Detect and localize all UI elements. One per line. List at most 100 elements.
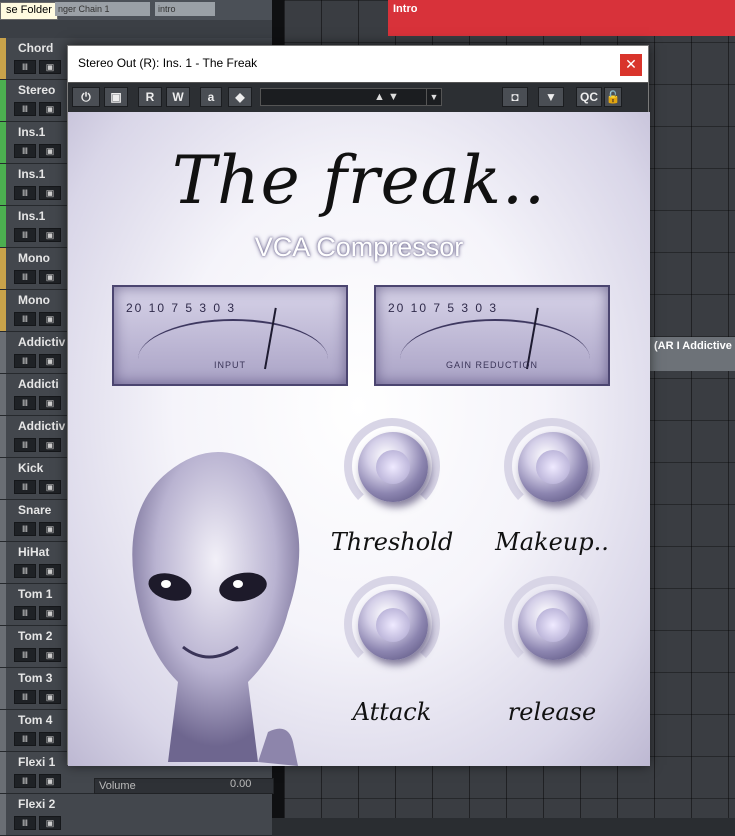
track-color-strip: [0, 710, 6, 751]
track-folder-icon[interactable]: ▣: [39, 480, 61, 494]
track-controls: Ⅲ ▣: [14, 312, 61, 326]
track-folder-icon[interactable]: ▣: [39, 564, 61, 578]
track-row[interactable]: Flexi 2 Ⅲ ▣: [0, 794, 272, 836]
meter-label: INPUT: [214, 360, 246, 370]
track-folder-icon[interactable]: ▣: [39, 60, 61, 74]
release-label: release: [507, 698, 597, 726]
track-lanes-icon[interactable]: Ⅲ: [14, 60, 36, 74]
release-knob[interactable]: [504, 576, 600, 672]
makeup-label: Makeup..: [495, 528, 609, 556]
meter-arc: [138, 319, 328, 399]
track-folder-icon[interactable]: ▣: [39, 102, 61, 116]
track-color-strip: [0, 500, 6, 541]
bypass-button[interactable]: ▣: [104, 87, 128, 107]
preset-dropdown-icon[interactable]: ▼: [426, 88, 442, 106]
track-lanes-icon[interactable]: Ⅲ: [14, 774, 36, 788]
track-folder-icon[interactable]: ▣: [39, 774, 61, 788]
read-automation-button[interactable]: R: [138, 87, 162, 107]
track-name: Ins.1: [18, 167, 46, 181]
track-name: Addicti: [18, 377, 59, 391]
track-lanes-icon[interactable]: Ⅲ: [14, 648, 36, 662]
track-folder-icon[interactable]: ▣: [39, 312, 61, 326]
track-controls: Ⅲ ▣: [14, 774, 61, 788]
makeup-knob-cap[interactable]: [518, 432, 588, 502]
track-name: Tom 3: [18, 671, 53, 685]
settings-dropdown-icon[interactable]: ▼: [538, 87, 564, 107]
makeup-knob[interactable]: [504, 418, 600, 514]
track-controls: Ⅲ ▣: [14, 732, 61, 746]
preset-nav-arrows[interactable]: ▲ ▼: [374, 88, 426, 106]
track-controls: Ⅲ ▣: [14, 480, 61, 494]
track-lanes-icon[interactable]: Ⅲ: [14, 186, 36, 200]
track-folder-icon[interactable]: ▣: [39, 648, 61, 662]
track-lanes-icon[interactable]: Ⅲ: [14, 270, 36, 284]
snapshot-icon[interactable]: ◘: [502, 87, 528, 107]
track-lanes-icon[interactable]: Ⅲ: [14, 732, 36, 746]
track-folder-icon[interactable]: ▣: [39, 732, 61, 746]
power-button[interactable]: ⏻: [72, 87, 100, 107]
volume-value: 0.00: [230, 778, 252, 790]
track-lanes-icon[interactable]: Ⅲ: [14, 606, 36, 620]
track-name: Flexi 2: [18, 797, 56, 811]
lock-icon[interactable]: 🔓: [604, 87, 622, 107]
track-lanes-icon[interactable]: Ⅲ: [14, 228, 36, 242]
preset-icon[interactable]: ◆: [228, 87, 252, 107]
track-color-strip: [0, 374, 6, 415]
arranger-event-intro[interactable]: [388, 0, 735, 36]
track-controls: Ⅲ ▣: [14, 102, 61, 116]
arranger-event-chip[interactable]: intro: [155, 2, 215, 16]
track-lanes-icon[interactable]: Ⅲ: [14, 144, 36, 158]
track-name: Mono: [18, 293, 50, 307]
attack-knob[interactable]: [344, 576, 440, 672]
track-folder-icon[interactable]: ▣: [39, 606, 61, 620]
track-lanes-icon[interactable]: Ⅲ: [14, 396, 36, 410]
track-color-strip: [0, 38, 6, 79]
track-folder-icon[interactable]: ▣: [39, 270, 61, 284]
window-titlebar[interactable]: Stereo Out (R): Ins. 1 - The Freak ✕: [68, 46, 648, 82]
plugin-window: Stereo Out (R): Ins. 1 - The Freak ✕ ⏻ ▣…: [67, 45, 650, 766]
track-folder-icon[interactable]: ▣: [39, 438, 61, 452]
plugin-face: The freak.. VCA Compressor 20 10 7 5 3 0…: [68, 112, 650, 766]
track-color-strip: [0, 206, 6, 247]
close-button[interactable]: ✕: [620, 54, 642, 76]
track-folder-icon[interactable]: ▣: [39, 186, 61, 200]
track-folder-icon[interactable]: ▣: [39, 144, 61, 158]
track-lanes-icon[interactable]: Ⅲ: [14, 690, 36, 704]
track-color-strip: [0, 794, 6, 835]
attack-knob-cap[interactable]: [358, 590, 428, 660]
track-name: Kick: [18, 461, 44, 475]
track-folder-icon[interactable]: ▣: [39, 816, 61, 830]
track-folder-icon[interactable]: ▣: [39, 228, 61, 242]
plugin-subtitle: VCA Compressor: [254, 232, 464, 262]
track-controls: Ⅲ ▣: [14, 522, 61, 536]
quick-controls-button[interactable]: QC: [576, 87, 602, 107]
track-lanes-icon[interactable]: Ⅲ: [14, 522, 36, 536]
track-controls: Ⅲ ▣: [14, 648, 61, 662]
track-lanes-icon[interactable]: Ⅲ: [14, 102, 36, 116]
arranger-event-label: Intro: [393, 3, 418, 15]
track-lanes-icon[interactable]: Ⅲ: [14, 312, 36, 326]
track-name: Snare: [18, 503, 52, 517]
track-controls: Ⅲ ▣: [14, 564, 61, 578]
track-name: Chord: [18, 41, 54, 55]
threshold-knob[interactable]: [344, 418, 440, 514]
track-lanes-icon[interactable]: Ⅲ: [14, 564, 36, 578]
write-automation-button[interactable]: W: [166, 87, 190, 107]
track-name: Ins.1: [18, 125, 46, 139]
threshold-knob-cap[interactable]: [358, 432, 428, 502]
track-lanes-icon[interactable]: Ⅲ: [14, 816, 36, 830]
clip[interactable]: (AR I Addictive: [650, 337, 735, 371]
track-folder-icon[interactable]: ▣: [39, 354, 61, 368]
track-controls: Ⅲ ▣: [14, 228, 61, 242]
arranger-chain-chip[interactable]: nger Chain 1: [55, 2, 150, 16]
track-name: HiHat: [18, 545, 50, 559]
track-lanes-icon[interactable]: Ⅲ: [14, 480, 36, 494]
track-folder-icon[interactable]: ▣: [39, 522, 61, 536]
release-knob-cap[interactable]: [518, 590, 588, 660]
track-folder-icon[interactable]: ▣: [39, 690, 61, 704]
track-color-strip: [0, 668, 6, 709]
compare-icon[interactable]: a: [200, 87, 222, 107]
track-folder-icon[interactable]: ▣: [39, 396, 61, 410]
track-lanes-icon[interactable]: Ⅲ: [14, 354, 36, 368]
track-lanes-icon[interactable]: Ⅲ: [14, 438, 36, 452]
